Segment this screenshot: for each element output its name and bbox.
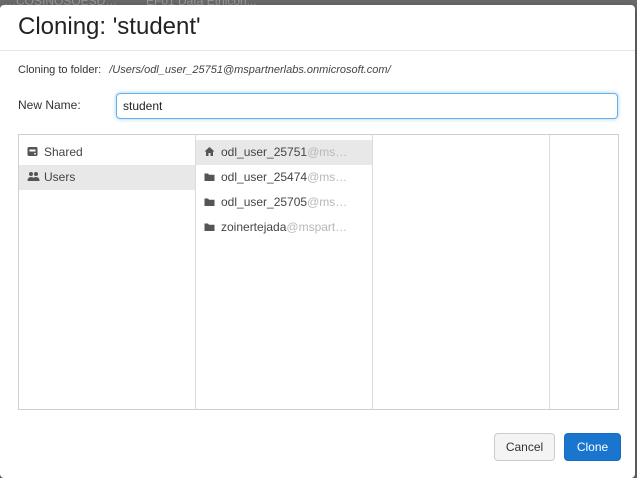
new-name-input[interactable] — [116, 93, 618, 119]
clone-dialog: Cloning: 'student' Cloning to folder: /U… — [0, 5, 635, 478]
clone-button[interactable]: Clone — [564, 433, 621, 461]
browser-item-label: Users — [44, 170, 76, 184]
folder-icon — [204, 172, 216, 182]
user-name: zoinertejada — [221, 220, 287, 234]
user-name: odl_user_25751 — [221, 145, 308, 159]
folder-label: Cloning to folder: — [18, 64, 102, 76]
user-name: odl_user_25474 — [221, 170, 308, 184]
browser-item-user-folder[interactable]: odl_user_25705@ms… — [196, 190, 372, 215]
browser-column-root: Shared Users — [19, 135, 196, 409]
folder-icon — [204, 222, 216, 232]
user-domain: @ms… — [307, 170, 348, 184]
browser-item-shared[interactable]: Shared — [19, 140, 195, 165]
new-name-label: New Name: — [18, 98, 81, 112]
users-icon — [27, 171, 40, 182]
cancel-button[interactable]: Cancel — [494, 433, 555, 461]
folder-path: /Users/odl_user_25751@mspartnerlabs.onmi… — [109, 64, 391, 76]
home-icon — [204, 146, 216, 157]
user-domain: @ms… — [307, 195, 348, 209]
target-folder-row: Cloning to folder: /Users/odl_user_25751… — [18, 64, 391, 76]
shared-drive-icon — [27, 146, 39, 157]
browser-item-users[interactable]: Users — [19, 165, 195, 190]
browser-item-label: Shared — [44, 145, 83, 159]
browser-item-user-folder[interactable]: zoinertejada@mspart… — [196, 215, 372, 240]
folder-icon — [204, 197, 216, 207]
user-domain: @ms… — [307, 145, 348, 159]
browser-column-empty — [373, 135, 550, 409]
header-divider — [0, 50, 635, 51]
browser-column-users: odl_user_25751@ms… odl_user_25474@ms… od… — [196, 135, 373, 409]
browser-item-user-folder[interactable]: odl_user_25474@ms… — [196, 165, 372, 190]
folder-browser: Shared Users odl_user_25751@ms… odl_user… — [18, 134, 619, 410]
browser-column-empty — [550, 135, 619, 409]
user-domain: @mspart… — [286, 220, 348, 234]
user-name: odl_user_25705 — [221, 195, 308, 209]
browser-item-user-folder[interactable]: odl_user_25751@ms… — [196, 140, 372, 165]
dialog-title: Cloning: 'student' — [18, 13, 201, 40]
